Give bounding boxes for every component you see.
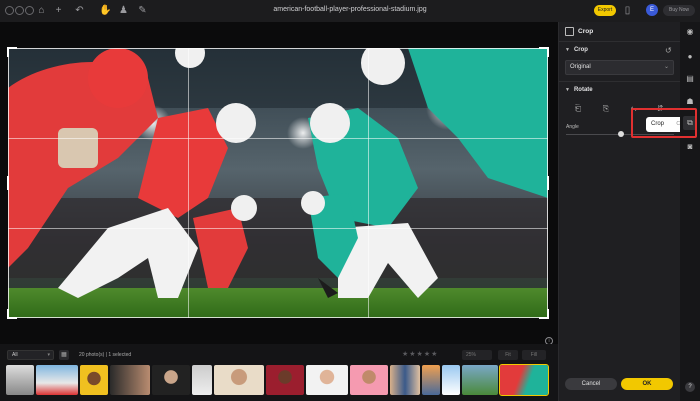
thumbnail[interactable] — [442, 365, 460, 395]
thumbnail-list — [6, 364, 552, 396]
annotation-highlight — [631, 108, 697, 138]
chevron-down-icon: ▾ — [47, 352, 50, 358]
thumbnail[interactable] — [422, 365, 440, 395]
filter-value: All — [12, 352, 18, 358]
angle-label: Angle — [566, 124, 579, 130]
crop-handle-right[interactable] — [547, 176, 549, 190]
cancel-button[interactable]: Cancel — [565, 378, 617, 390]
thumbnail[interactable] — [390, 365, 420, 395]
export-button[interactable]: Export — [594, 5, 616, 16]
chevron-down-icon: ⌄ — [663, 64, 669, 70]
grid-view-icon[interactable]: ▦ — [59, 350, 69, 360]
thumbnail[interactable] — [266, 365, 304, 395]
thumbnail[interactable] — [6, 365, 34, 395]
crop-handle-bottom-right[interactable] — [539, 309, 549, 319]
camera-icon[interactable]: ◙ — [685, 142, 695, 152]
help-icon[interactable]: ? — [685, 382, 695, 392]
thumbnail[interactable] — [462, 365, 498, 395]
aspect-ratio-value: Original — [570, 64, 591, 70]
ok-button[interactable]: OK — [621, 378, 673, 390]
adjust-icon[interactable]: ▤ — [685, 74, 695, 84]
thumbnail[interactable] — [192, 365, 212, 395]
fill-button[interactable]: Fill — [522, 350, 546, 360]
panel-title: Crop — [578, 28, 594, 35]
divider — [559, 81, 681, 82]
crop-frame[interactable] — [8, 48, 548, 318]
collapse-triangle-icon: ▼ — [565, 87, 570, 93]
collapse-triangle-icon: ▼ — [565, 47, 570, 53]
crop-section-header[interactable]: ▼ Crop — [565, 47, 588, 53]
filter-dropdown[interactable]: All ▾ — [7, 350, 54, 360]
buy-now-button[interactable]: Buy Now — [663, 5, 695, 16]
crop-icon — [565, 27, 574, 36]
filmstrip: All ▾ ▦ 20 photo(s) | 1 selected ★★★★★ 25… — [0, 344, 558, 401]
reset-icon[interactable]: ↺ — [665, 46, 672, 55]
crop-handle-top-right[interactable] — [539, 47, 549, 57]
thumbnail[interactable] — [214, 365, 264, 395]
thumbnail-selected[interactable] — [499, 364, 549, 396]
crop-section-label: Crop — [573, 47, 588, 53]
panel-toggle-icon[interactable]: ▯ — [621, 4, 634, 17]
thumbnail[interactable] — [152, 365, 190, 395]
fit-button[interactable]: Fit — [498, 350, 518, 360]
rotate-section-label: Rotate — [573, 87, 593, 93]
thumbnail[interactable] — [350, 365, 388, 395]
portrait-icon[interactable]: ☗ — [685, 97, 695, 107]
rotate-left-icon[interactable]: ⎗ — [573, 104, 583, 114]
crop-handle-bottom-left[interactable] — [7, 309, 17, 319]
tool-sidebar: ◉ ● ▤ ☗ ⧉ ◙ — [680, 22, 700, 401]
thumbnail[interactable] — [36, 365, 78, 395]
panel-header: Crop — [559, 22, 681, 42]
rating-stars[interactable]: ★★★★★ — [402, 350, 438, 358]
avatar[interactable]: E — [646, 4, 658, 16]
photo-count: 20 photo(s) | 1 selected — [79, 352, 132, 358]
title-bar: ⌂ + ↶ ✋ ♟ ✎ american-football-player-pro… — [0, 0, 700, 22]
crop-handle-top-left[interactable] — [7, 47, 17, 57]
crop-handle-left[interactable] — [7, 176, 9, 190]
thumbnail[interactable] — [110, 365, 150, 395]
rotate-right-icon[interactable]: ⎘ — [601, 104, 611, 114]
retouch-icon[interactable]: ● — [685, 52, 695, 62]
zoom-dropdown[interactable]: 25% — [462, 350, 492, 360]
thumbnail[interactable] — [80, 365, 108, 395]
rotate-section-header[interactable]: ▼ Rotate — [565, 87, 593, 93]
aspect-ratio-dropdown[interactable]: Original ⌄ — [565, 60, 674, 75]
thumbnail[interactable] — [306, 365, 348, 395]
angle-slider-handle[interactable] — [618, 131, 624, 137]
view-icon[interactable]: ◉ — [685, 27, 695, 37]
crop-panel: Crop ▼ Crop ↺ Original ⌄ ▼ Rotate ⎗ ⎘ ⇋ ⇵ A… — [558, 22, 681, 401]
